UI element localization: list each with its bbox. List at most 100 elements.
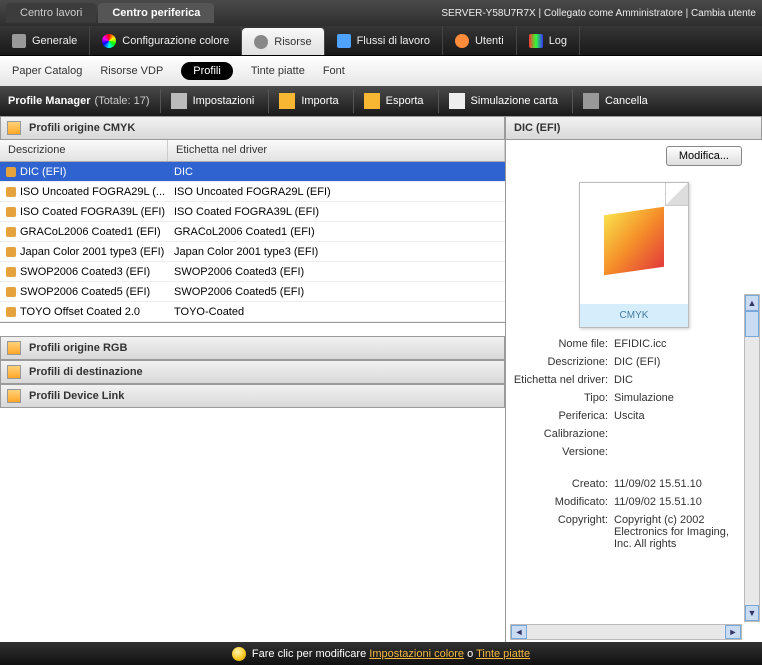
scrollbar-thumb[interactable] (745, 311, 759, 337)
nav-users[interactable]: Utenti (443, 26, 517, 55)
section-rgb-source[interactable]: Profili origine RGB (0, 336, 505, 360)
value-calibration (614, 428, 740, 440)
value-version (614, 446, 740, 458)
detail-fields: Nome file:EFIDIC.icc Descrizione:DIC (EF… (510, 338, 758, 550)
row-driver-label: DIC (168, 166, 505, 178)
value-type: Simulazione (614, 392, 740, 404)
link-color-settings[interactable]: Impostazioni colore (369, 648, 464, 660)
folder-export-icon (364, 93, 380, 109)
detail-header: DIC (EFI) (506, 116, 762, 140)
label-calibration: Calibrazione: (510, 428, 614, 440)
scroll-up-icon[interactable]: ▲ (745, 295, 759, 311)
label-type: Tipo: (510, 392, 614, 404)
table-row[interactable]: GRACoL2006 Coated1 (EFI)GRACoL2006 Coate… (0, 222, 505, 242)
row-driver-label: ISO Uncoated FOGRA29L (EFI) (168, 186, 505, 198)
table-row[interactable]: ISO Coated FOGRA39L (EFI)ISO Coated FOGR… (0, 202, 505, 222)
row-description: SWOP2006 Coated3 (EFI) (20, 266, 150, 278)
table-row[interactable]: DIC (EFI)DIC (0, 162, 505, 182)
wrench-icon (171, 93, 187, 109)
lock-icon (6, 287, 16, 297)
tab-job-center[interactable]: Centro lavori (6, 3, 96, 23)
profile-group-icon (7, 365, 21, 379)
import-button[interactable]: Importa (268, 89, 348, 113)
profile-group-icon (7, 341, 21, 355)
settings-button[interactable]: Impostazioni (160, 89, 265, 113)
nav-workflows[interactable]: Flussi di lavoro (325, 26, 443, 55)
log-icon (529, 34, 543, 48)
row-driver-label: GRACoL2006 Coated1 (EFI) (168, 226, 505, 238)
nav-resources[interactable]: Risorse (242, 28, 324, 55)
section-device-link[interactable]: Profili Device Link (0, 384, 505, 408)
toolbar: Profile Manager (Totale: 17) Impostazion… (0, 86, 762, 116)
scroll-left-icon[interactable]: ◄ (511, 625, 527, 639)
hint-bar: Fare clic per modificare Impostazioni co… (0, 642, 762, 665)
lock-icon (6, 167, 16, 177)
table-row[interactable]: ISO Uncoated FOGRA29L (...ISO Uncoated F… (0, 182, 505, 202)
flow-icon (337, 34, 351, 48)
subnav-paper-catalog[interactable]: Paper Catalog (12, 65, 82, 77)
label-modified: Modificato: (510, 496, 614, 508)
lock-icon (6, 207, 16, 217)
trash-icon (583, 93, 599, 109)
subnav-fonts[interactable]: Font (323, 65, 345, 77)
column-driver-label[interactable]: Etichetta nel driver (168, 140, 505, 161)
delete-button[interactable]: Cancella (572, 89, 658, 113)
table-row[interactable]: SWOP2006 Coated3 (EFI) SWOP2006 Coated3 (… (0, 262, 505, 282)
nav-general[interactable]: Generale (0, 26, 90, 55)
paper-sim-button[interactable]: Simulazione carta (438, 89, 568, 113)
color-wheel-icon (102, 34, 116, 48)
row-driver-label: SWOP2006 Coated3 (EFI) (168, 266, 505, 278)
table-row[interactable]: SWOP2006 Coated5 (EFI) SWOP2006 Coated5 (… (0, 282, 505, 302)
value-copyright: Copyright (c) 2002 Electronics for Imagi… (614, 514, 740, 550)
profile-group-icon (7, 389, 21, 403)
hint-text-mid: o (464, 648, 476, 660)
value-description: DIC (EFI) (614, 356, 740, 368)
table-row[interactable]: Japan Color 2001 type3 (EFI)Japan Color … (0, 242, 505, 262)
row-description: TOYO Offset Coated 2.0 (20, 306, 140, 318)
link-spot-colors[interactable]: Tinte piatte (476, 648, 530, 660)
vertical-scrollbar[interactable]: ▲ ▼ (744, 294, 760, 622)
row-description: ISO Coated FOGRA39L (EFI) (20, 206, 165, 218)
scroll-down-icon[interactable]: ▼ (745, 605, 759, 621)
label-filename: Nome file: (510, 338, 614, 350)
label-created: Creato: (510, 478, 614, 490)
thumbnail-caption: CMYK (580, 304, 688, 327)
row-description: Japan Color 2001 type3 (EFI) (20, 246, 164, 258)
nav-color-config[interactable]: Configurazione colore (90, 26, 242, 55)
section-cmyk-source[interactable]: Profili origine CMYK (0, 116, 505, 140)
lock-icon (6, 187, 16, 197)
subnav-spot-colors[interactable]: Tinte piatte (251, 65, 305, 77)
nav-log[interactable]: Log (517, 26, 580, 55)
value-created: 11/09/02 15.51.10 (614, 478, 740, 490)
subnav-profiles[interactable]: Profili (181, 62, 233, 80)
sub-nav: Paper Catalog Risorse VDP Profili Tinte … (0, 56, 762, 86)
label-description: Descrizione: (510, 356, 614, 368)
profile-rows: DIC (EFI)DICISO Uncoated FOGRA29L (...IS… (0, 162, 505, 322)
subnav-vdp-resources[interactable]: Risorse VDP (100, 65, 163, 77)
main-nav: Generale Configurazione colore Risorse F… (0, 26, 762, 56)
section-destination[interactable]: Profili di destinazione (0, 360, 505, 384)
profile-thumbnail: CMYK (579, 182, 689, 328)
label-device: Periferica: (510, 410, 614, 422)
row-driver-label: ISO Coated FOGRA39L (EFI) (168, 206, 505, 218)
label-version: Versione: (510, 446, 614, 458)
tab-device-center[interactable]: Centro periferica (98, 3, 214, 23)
profile-list-panel: Profili origine CMYK Descrizione Etichet… (0, 116, 506, 642)
column-description[interactable]: Descrizione (0, 140, 168, 161)
toolbar-count: (Totale: 17) (95, 95, 150, 107)
modify-button[interactable]: Modifica... (666, 146, 742, 166)
grid-header: Descrizione Etichetta nel driver (0, 140, 505, 162)
value-driver-tag: DIC (614, 374, 740, 386)
export-button[interactable]: Esporta (353, 89, 434, 113)
row-driver-label: TOYO-Coated (168, 306, 505, 318)
label-driver-tag: Etichetta nel driver: (510, 374, 614, 386)
label-copyright: Copyright: (510, 514, 614, 550)
lock-icon (6, 227, 16, 237)
horizontal-scrollbar[interactable]: ◄ ► (510, 624, 742, 640)
table-row[interactable]: TOYO Offset Coated 2.0 TOYO-Coated (0, 302, 505, 322)
scroll-right-icon[interactable]: ► (725, 625, 741, 639)
row-description: SWOP2006 Coated5 (EFI) (20, 286, 150, 298)
gear-icon (254, 35, 268, 49)
gear-icon (12, 34, 26, 48)
row-driver-label: SWOP2006 Coated5 (EFI) (168, 286, 505, 298)
